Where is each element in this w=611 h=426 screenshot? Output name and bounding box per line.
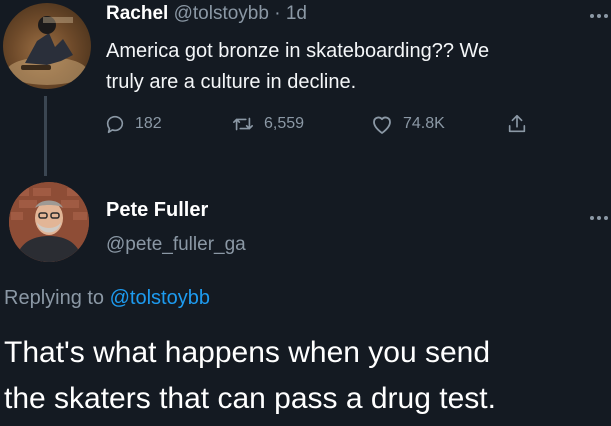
avatar-pete-fuller[interactable]	[9, 182, 89, 262]
avatar-photo	[7, 16, 87, 85]
retweet-icon	[233, 117, 253, 131]
avatar-photo	[9, 182, 89, 262]
tweet-header: Rachel @tolstoybb · 1d	[106, 3, 307, 25]
more-horizontal-icon[interactable]	[589, 6, 609, 24]
tweet-timestamp[interactable]: 1d	[286, 3, 307, 24]
author-handle[interactable]: @pete_fuller_ga	[106, 234, 246, 256]
reply-icon	[106, 115, 124, 134]
share-button[interactable]	[506, 113, 528, 135]
reply-tweet-text: That's what happens when you send the sk…	[4, 330, 609, 422]
share-icon	[508, 114, 526, 133]
replying-to-label: Replying to	[4, 287, 105, 309]
tweet-text-line: That's what happens when you send	[4, 336, 491, 369]
author-display-name[interactable]: Pete Fuller	[106, 199, 208, 222]
author-handle[interactable]: @tolstoybb	[174, 3, 269, 24]
avatar-rachel[interactable]	[3, 3, 91, 89]
tweet-thread: Rachel @tolstoybb · 1d America got bronz…	[0, 0, 611, 426]
header-separator: ·	[274, 3, 281, 24]
tweet-text-line: truly are a culture in decline.	[106, 71, 357, 93]
more-horizontal-icon[interactable]	[589, 208, 609, 226]
reply-button[interactable]: 182	[104, 113, 162, 135]
author-display-name[interactable]: Rachel	[106, 3, 168, 24]
replying-to-line: Replying to @tolstoybb	[4, 287, 210, 310]
thread-connector-line	[44, 96, 47, 176]
like-button[interactable]: 74.8K	[370, 113, 445, 135]
retweet-count: 6,559	[264, 115, 305, 132]
tweet-text-line: America got bronze in skateboarding?? We	[106, 40, 490, 62]
tweet-text: America got bronze in skateboarding?? We…	[106, 36, 611, 98]
retweet-button[interactable]: 6,559	[231, 113, 304, 135]
reply-count: 182	[135, 115, 162, 132]
like-count: 74.8K	[403, 115, 445, 132]
replying-to-handle-link[interactable]: @tolstoybb	[110, 287, 210, 309]
tweet-text-line: the skaters that can pass a drug test.	[4, 382, 496, 415]
heart-icon	[373, 116, 391, 134]
